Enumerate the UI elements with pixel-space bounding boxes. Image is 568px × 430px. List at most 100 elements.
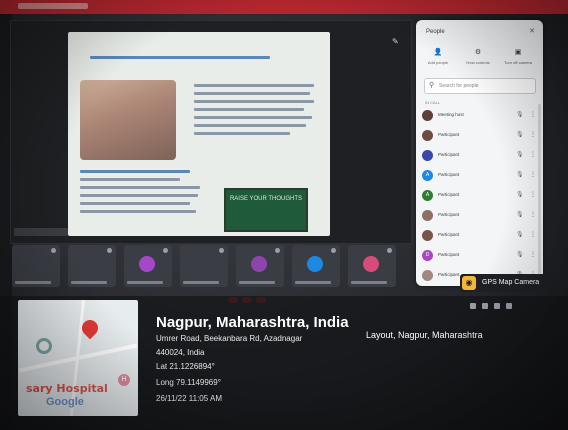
- participant-name: Meeting host: [438, 112, 464, 117]
- slide-text-line: [80, 186, 200, 189]
- slide-title: [90, 50, 310, 64]
- add-people-button[interactable]: 👤 Add people: [420, 48, 456, 65]
- participant-tile[interactable]: [12, 245, 60, 287]
- search-placeholder: Search for people: [439, 83, 479, 89]
- slide-chalkboard: RAISE YOUR THOUGHTS: [224, 188, 308, 232]
- hospital-icon: H: [118, 374, 130, 386]
- more-options-icon[interactable]: ⋮: [530, 131, 536, 138]
- tile-caption: [351, 281, 387, 284]
- participant-name: Participant: [438, 192, 460, 197]
- in-call-section-label: IN CALL: [425, 100, 441, 105]
- more-options-icon[interactable]: ⋮: [530, 211, 536, 218]
- participant-tile[interactable]: [292, 245, 340, 287]
- mic-icon[interactable]: 🎙: [516, 111, 524, 118]
- tile-mic-icon: [387, 248, 392, 253]
- location-address: Umrer Road, Beekanbara Rd, Azadnagar: [156, 334, 303, 343]
- participant-name: Participant: [438, 212, 460, 217]
- avatar: A: [422, 190, 433, 201]
- tile-mic-icon: [275, 248, 280, 253]
- participant-row[interactable]: Participant 🎙 ⋮: [422, 128, 538, 144]
- mic-icon[interactable]: 🎙: [516, 191, 524, 198]
- slide-text-line: [194, 132, 290, 135]
- search-people-input[interactable]: ⚲ Search for people: [424, 78, 536, 94]
- avatar: [422, 210, 433, 221]
- browser-tab[interactable]: [18, 3, 88, 9]
- slide-text-line: [80, 178, 180, 181]
- tile-caption: [127, 281, 163, 284]
- participant-tile[interactable]: [180, 245, 228, 287]
- avatar: [422, 130, 433, 141]
- participant-tile[interactable]: [236, 245, 284, 287]
- slide-text-line: [80, 210, 196, 213]
- presentation-slide: RAISE YOUR THOUGHTS: [68, 32, 330, 236]
- google-logo: Google: [46, 396, 84, 408]
- participant-tile-strip: [12, 245, 410, 289]
- more-options-icon[interactable]: ⋮: [530, 251, 536, 258]
- participant-tile[interactable]: [348, 245, 396, 287]
- host-controls-button[interactable]: ⚙ Host controls: [460, 48, 496, 65]
- participant-row[interactable]: A Participant 🎙 ⋮: [422, 188, 538, 204]
- slide-text-line: [194, 84, 314, 87]
- participant-row[interactable]: A Participant 🎙 ⋮: [422, 168, 538, 184]
- mic-icon[interactable]: 🎙: [516, 231, 524, 238]
- avatar: D: [422, 250, 433, 261]
- participant-row[interactable]: D Participant 🎙 ⋮: [422, 248, 538, 264]
- avatar: [422, 150, 433, 161]
- photo-frame: RAISE YOUR THOUGHTS ✎ People ✕ 👤 Add peo…: [0, 0, 568, 430]
- search-icon: ⚲: [429, 82, 435, 89]
- avatar: [422, 110, 433, 121]
- participant-row[interactable]: Participant 🎙 ⋮: [422, 148, 538, 164]
- map-hospital-label: sary Hospital: [26, 382, 108, 395]
- host-controls-icon: ⚙: [474, 49, 482, 56]
- more-options-icon[interactable]: ⋮: [530, 231, 536, 238]
- mic-icon[interactable]: 🎙: [516, 131, 524, 138]
- more-options-icon[interactable]: ⋮: [530, 151, 536, 158]
- info-icon[interactable]: [470, 303, 476, 309]
- participant-name: Participant: [438, 132, 460, 137]
- participant-row[interactable]: Meeting host 🎙 ⋮: [422, 108, 538, 124]
- participant-name: Participant: [438, 252, 460, 257]
- location-longitude: Long 79.1149969°: [156, 378, 221, 387]
- avatar: [422, 270, 433, 281]
- presenter-label: [14, 228, 68, 236]
- slide-text-line: [80, 194, 198, 197]
- people-scrollbar[interactable]: [538, 104, 541, 274]
- slide-text-line: [80, 170, 190, 173]
- camera-button[interactable]: ▣ Turn off camera: [500, 48, 536, 65]
- more-options-icon[interactable]: ⋮: [530, 171, 536, 178]
- mic-icon[interactable]: 🎙: [516, 151, 524, 158]
- tile-caption: [295, 281, 331, 284]
- participant-row[interactable]: Participant 🎙 ⋮: [422, 208, 538, 224]
- pin-icon[interactable]: ✎: [392, 38, 400, 46]
- people-icon[interactable]: [482, 303, 488, 309]
- location-map-thumbnail: sary Hospital H Google: [18, 300, 138, 416]
- activities-icon[interactable]: [506, 303, 512, 309]
- slide-text-line: [194, 124, 306, 127]
- location-latitude: Lat 21.1226894°: [156, 362, 215, 371]
- location-address-continued: Layout, Nagpur, Maharashtra: [366, 330, 483, 340]
- browser-tab-bar: [0, 0, 568, 14]
- mic-icon[interactable]: 🎙: [516, 211, 524, 218]
- chat-icon[interactable]: [494, 303, 500, 309]
- location-pincode: 440024, India: [156, 348, 205, 357]
- map-pin-icon: ◉: [462, 276, 476, 290]
- more-options-icon[interactable]: ⋮: [530, 111, 536, 118]
- location-city: Nagpur, Maharashtra, India: [156, 314, 349, 331]
- participant-name: Participant: [438, 172, 460, 177]
- participant-row[interactable]: Participant 🎙 ⋮: [422, 228, 538, 244]
- mic-icon[interactable]: 🎙: [516, 251, 524, 258]
- gps-map-camera-badge: ◉ GPS Map Camera: [460, 274, 556, 292]
- mic-icon[interactable]: 🎙: [516, 171, 524, 178]
- slide-text-line: [194, 92, 310, 95]
- tile-caption: [71, 281, 107, 284]
- more-options-icon[interactable]: ⋮: [530, 191, 536, 198]
- close-icon[interactable]: ✕: [529, 27, 535, 35]
- slide-hands-image: [80, 80, 176, 160]
- participant-tile[interactable]: [124, 245, 172, 287]
- participant-name: Participant: [438, 152, 460, 157]
- slide-text-line: [194, 100, 314, 103]
- tile-caption: [15, 281, 51, 284]
- add-people-label: Add people: [427, 60, 449, 65]
- tile-caption: [183, 281, 219, 284]
- participant-tile[interactable]: [68, 245, 116, 287]
